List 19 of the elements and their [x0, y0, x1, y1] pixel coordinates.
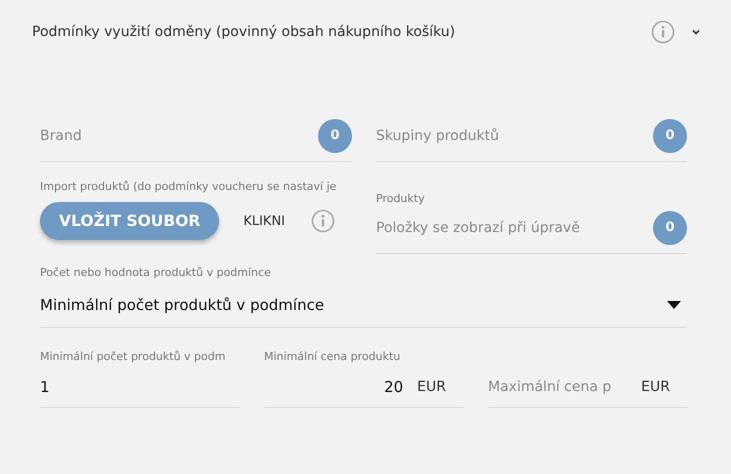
min-count-field[interactable]: 1 — [40, 366, 240, 408]
products-label: Produkty — [376, 192, 426, 207]
dropdown-arrow-icon — [667, 300, 681, 308]
import-label: Import produktů (do podmínky voucheru se nastaví je — [40, 180, 338, 195]
condition-label: Počet nebo hodnota produktů v podmínce — [40, 266, 272, 281]
currency-unit: EUR — [641, 378, 670, 394]
min-count-label: Minimální počet produktů v podm — [40, 350, 226, 365]
info-icon[interactable] — [311, 209, 336, 233]
count-badge: 0 — [653, 210, 687, 244]
count-badge: 0 — [318, 118, 352, 152]
min-price-label: Minimální cena produktu — [264, 350, 402, 365]
section-title: Podmínky využití odměny (povinný obsah nákupního košíku) — [32, 24, 456, 40]
info-icon[interactable] — [651, 20, 675, 44]
click-hint: KLIKNI — [243, 214, 286, 228]
condition-select[interactable]: Minimální počet produktů v podmínce — [40, 282, 687, 328]
count-badge: 0 — [653, 118, 687, 152]
max-price-field[interactable]: Maximální cena p EUR — [488, 366, 688, 408]
min-price-field[interactable]: 20 EUR — [264, 366, 464, 408]
currency-unit: EUR — [417, 378, 446, 394]
